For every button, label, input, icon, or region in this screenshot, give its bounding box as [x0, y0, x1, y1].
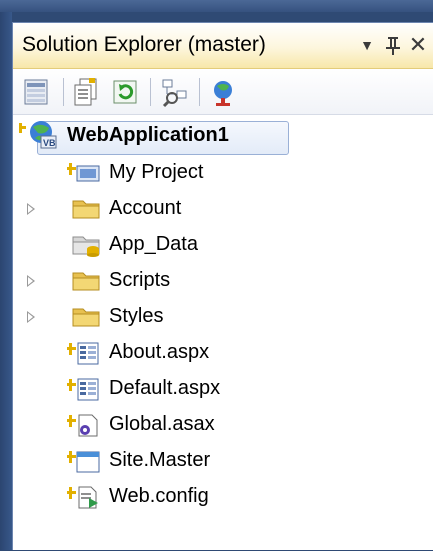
tree-item-label: Default.aspx — [109, 377, 221, 399]
view-class-diagram-icon[interactable] — [159, 76, 191, 108]
solution-explorer-toolbar — [13, 69, 433, 115]
tree-item-styles[interactable]: Styles — [13, 299, 433, 335]
close-icon[interactable]: ✕ — [406, 32, 430, 58]
toolbar-separator — [63, 78, 64, 106]
aspx-file-icon — [65, 376, 99, 402]
tree-item-label: Scripts — [109, 269, 171, 291]
tree-item-label: Global.asax — [109, 413, 215, 435]
expand-arrow-icon[interactable] — [27, 203, 35, 215]
aspx-file-icon — [65, 340, 99, 366]
tree-item-web-config[interactable]: Web.config — [13, 479, 433, 515]
auto-hide-pin-icon[interactable] — [381, 32, 405, 58]
folder-icon — [69, 268, 100, 294]
config-file-icon — [65, 484, 98, 510]
tree-item-label: App_Data — [109, 233, 198, 255]
solution-explorer-panel: Solution Explorer (master) ▼ ✕ VB WebApp… — [12, 22, 433, 550]
tree-item-label: About.aspx — [109, 341, 210, 363]
ide-background: Solution Explorer (master) ▼ ✕ VB WebApp… — [0, 0, 433, 550]
app-data-folder-icon — [69, 232, 100, 258]
tree-item-my-project[interactable]: My Project — [13, 155, 433, 191]
tree-item-global-asax[interactable]: Global.asax — [13, 407, 433, 443]
expand-arrow-icon[interactable] — [27, 311, 35, 323]
toolbar-separator — [150, 78, 151, 106]
tree-item-default-aspx[interactable]: Default.aspx — [13, 371, 433, 407]
tree-item-label: My Project — [109, 161, 204, 183]
expand-arrow-icon[interactable] — [27, 275, 35, 287]
tree-item-site-master[interactable]: Site.Master — [13, 443, 433, 479]
solution-tree: VB WebApplication1 My Project Account Ap… — [13, 115, 433, 551]
asax-file-icon — [65, 412, 98, 438]
panel-title: Solution Explorer (master) — [22, 33, 266, 56]
svg-text:VB: VB — [43, 138, 56, 148]
tree-root-label: WebApplication1 — [67, 124, 229, 146]
web-project-icon: VB — [16, 119, 57, 149]
tree-item-label: Web.config — [109, 485, 209, 507]
ide-left-strip — [0, 12, 12, 550]
properties-icon[interactable] — [21, 76, 53, 108]
tree-item-label: Styles — [109, 305, 164, 327]
tree-item-label: Account — [109, 197, 182, 219]
refresh-icon[interactable] — [109, 76, 141, 108]
tree-item-scripts[interactable]: Scripts — [13, 263, 433, 299]
show-all-files-icon[interactable] — [71, 76, 103, 108]
tree-item-account[interactable]: Account — [13, 191, 433, 227]
copy-website-icon[interactable] — [207, 76, 239, 108]
master-page-icon — [65, 448, 100, 474]
folder-icon — [69, 304, 100, 330]
my-project-icon — [65, 160, 100, 186]
panel-title-bar[interactable]: Solution Explorer (master) ▼ ✕ — [13, 23, 433, 69]
folder-icon — [69, 196, 100, 222]
ide-top-strip — [0, 0, 433, 12]
tree-root-row[interactable]: VB WebApplication1 — [13, 115, 433, 155]
window-position-dropdown-icon[interactable]: ▼ — [355, 32, 379, 58]
tree-item-label: Site.Master — [109, 449, 211, 471]
toolbar-separator — [199, 78, 200, 106]
tree-item-app-data[interactable]: App_Data — [13, 227, 433, 263]
tree-item-about-aspx[interactable]: About.aspx — [13, 335, 433, 371]
